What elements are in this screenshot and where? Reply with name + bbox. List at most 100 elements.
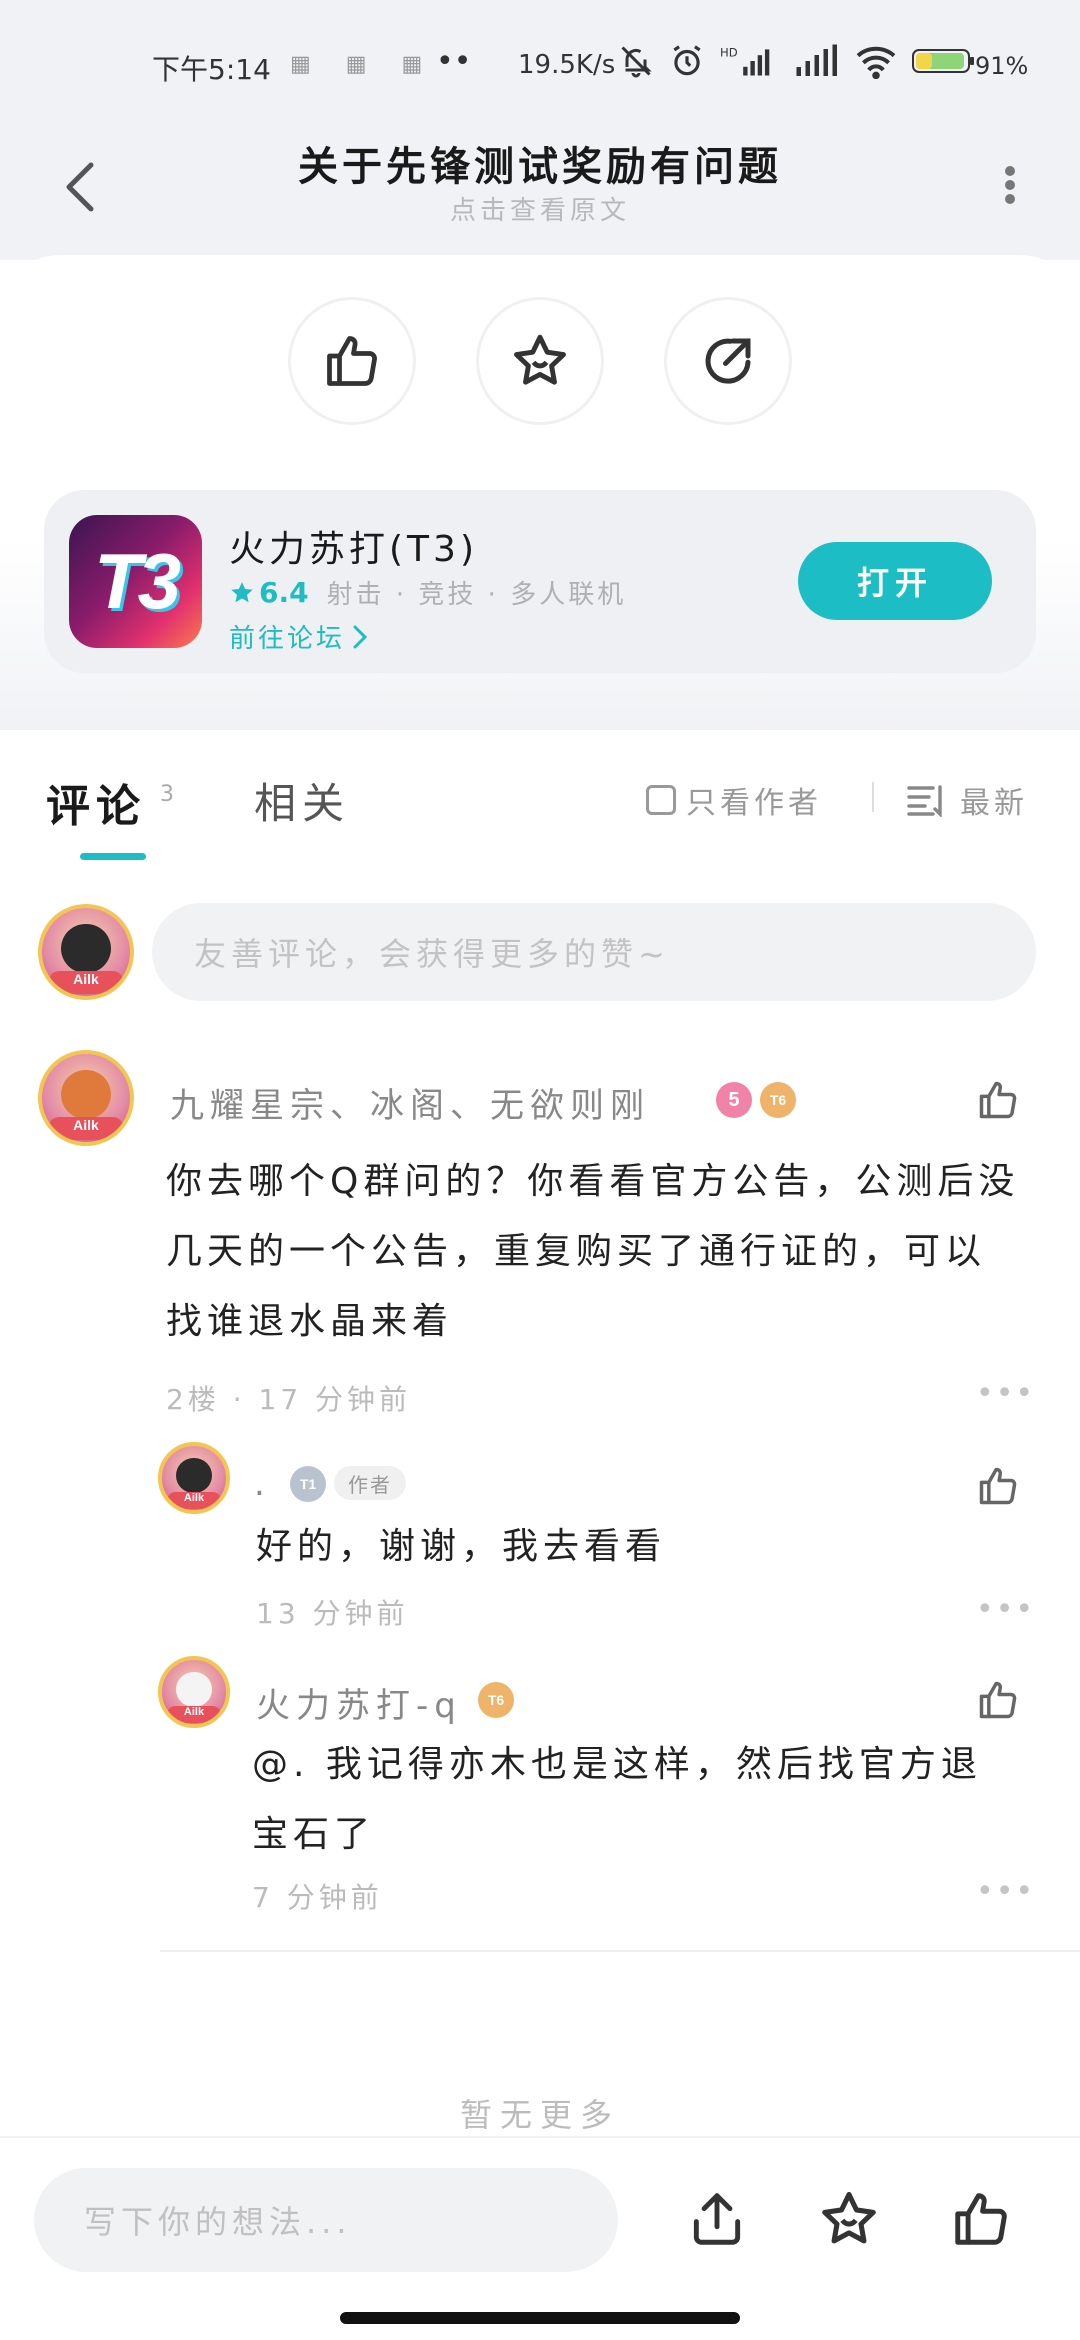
comment-more-button[interactable]: •••	[976, 1376, 1035, 1411]
app-page: 下午5:14 ▦ ▦ ▦ •• 19.5K/s HD 91% 关于先锋测试奖励有…	[0, 0, 1080, 2340]
comment-body: 你去哪个Q群问的？你看看官方公告，公测后没 几天的一个公告，重复购买了通行证的，…	[166, 1147, 1066, 1357]
only-author-checkbox[interactable]	[646, 785, 676, 815]
like-button[interactable]	[946, 2184, 1016, 2254]
game-name: 火力苏打(T3)	[229, 529, 478, 570]
reply-more-button[interactable]: •••	[976, 1592, 1035, 1627]
avatar-face	[61, 1069, 111, 1120]
battery-icon	[912, 49, 974, 73]
reply-body: 好的，谢谢，我去看看	[256, 1526, 667, 1567]
thumbs-up-icon	[955, 2193, 1007, 2245]
comment-username[interactable]: 九耀星宗、冰阁、无欲则刚	[170, 1078, 650, 1127]
mute-bell-icon	[621, 46, 652, 78]
avatar-frame-badge: Ailk	[49, 1117, 123, 1141]
reply-like-button[interactable]	[972, 1674, 1024, 1726]
header: 关于先锋测试奖励有问题 点击查看原文	[0, 130, 1080, 260]
reply-meta: 13 分钟前	[256, 1597, 409, 1630]
like-post-button[interactable]	[288, 297, 416, 425]
reply-avatar[interactable]: Ailk	[158, 1442, 230, 1514]
bottom-bar: 写下你的想法...	[0, 2136, 1080, 2340]
view-original-link[interactable]: 点击查看原文	[0, 190, 1080, 227]
forum-link-label: 前往论坛	[229, 624, 346, 654]
game-app-icon: T3	[69, 515, 202, 648]
sort-button[interactable]: 最新	[906, 778, 1028, 822]
reply-meta: 7 分钟前	[252, 1881, 383, 1914]
battery-percent: 91%	[975, 52, 1029, 80]
more-options-button[interactable]	[980, 150, 1040, 220]
avatar-frame-badge: Ailk	[167, 1492, 221, 1509]
reply-username[interactable]: 火力苏打-q	[256, 1678, 462, 1727]
signal-icon	[796, 44, 837, 76]
share-post-button[interactable]	[664, 297, 792, 425]
status-bar: 下午5:14 ▦ ▦ ▦ •• 19.5K/s HD 91%	[0, 0, 1080, 130]
thumbs-up-icon	[979, 1467, 1017, 1505]
reply-line: 宝石了	[252, 1814, 376, 1855]
share-button[interactable]	[682, 2184, 752, 2254]
sort-label: 最新	[960, 786, 1028, 821]
game-icon-logo: T3	[93, 537, 181, 625]
star-smile-icon	[514, 334, 566, 385]
reply-line: @. 我记得亦木也是这样，然后找官方退	[252, 1744, 982, 1785]
write-comment-input[interactable]: 写下你的想法...	[34, 2168, 618, 2272]
no-more-text: 暂无更多	[459, 2096, 620, 2134]
active-tab-indicator	[80, 853, 146, 860]
share-icon	[705, 338, 751, 384]
my-avatar[interactable]: Ailk	[38, 904, 134, 1000]
page-title: 关于先锋测试奖励有问题	[298, 144, 782, 190]
only-author-toggle[interactable]: 只看作者	[646, 778, 822, 822]
comment-input[interactable]: 友善评论，会获得更多的赞~	[152, 903, 1036, 1001]
chevron-right-icon	[353, 625, 368, 648]
network-speed: 19.5K/s	[518, 50, 616, 80]
commenter-avatar[interactable]: Ailk	[38, 1050, 134, 1146]
avatar-face	[176, 1671, 212, 1708]
comment-like-button[interactable]	[972, 1074, 1024, 1126]
more-notifications-icon: ••	[436, 44, 472, 79]
star-smile-icon	[822, 2191, 876, 2244]
reply-more-button[interactable]: •••	[976, 1874, 1035, 1909]
notification-icons: ▦ ▦ ▦	[290, 52, 437, 77]
svg-text:HD: HD	[720, 46, 738, 60]
user-level-badge: T6	[478, 1682, 514, 1718]
divider	[160, 1950, 1080, 1952]
favorite-button[interactable]	[814, 2184, 884, 2254]
upload-share-icon	[693, 2193, 741, 2245]
user-level-badge: T1	[290, 1466, 326, 1502]
comment-line: 找谁退水晶来着	[166, 1301, 454, 1342]
comments-count: 3	[160, 782, 174, 807]
game-meta: 6.4 射击 · 竞技 · 多人联机	[229, 574, 626, 611]
open-game-button[interactable]: 打开	[798, 542, 992, 620]
user-level-badge: T6	[760, 1082, 796, 1118]
tab-comments[interactable]: 评论	[46, 770, 146, 834]
comment-line: 几天的一个公告，重复购买了通行证的，可以	[166, 1231, 987, 1272]
reply-avatar[interactable]: Ailk	[158, 1656, 230, 1728]
comment-tabs: 评论 3 相关 只看作者 最新	[0, 730, 1080, 870]
reply-username[interactable]: .	[254, 1464, 271, 1504]
fan-level-badge: 5	[716, 1082, 752, 1118]
thumbs-up-icon	[327, 336, 377, 386]
go-to-forum-link[interactable]: 前往论坛	[229, 618, 368, 655]
only-author-label: 只看作者	[686, 786, 822, 821]
avatar-face	[176, 1457, 212, 1494]
thumbs-up-icon	[979, 1681, 1017, 1719]
post-actions-panel: T3 火力苏打(T3) 6.4 射击 · 竞技 · 多人联机 前往论坛 打开	[0, 255, 1080, 730]
thumbs-up-icon	[979, 1081, 1017, 1119]
home-indicator[interactable]	[340, 2312, 740, 2324]
tab-divider	[872, 782, 874, 812]
avatar-frame-badge: Ailk	[49, 971, 123, 995]
alarm-icon	[673, 45, 701, 76]
game-card[interactable]: T3 火力苏打(T3) 6.4 射击 · 竞技 · 多人联机 前往论坛 打开	[44, 490, 1036, 673]
signal-hd-icon: HD	[720, 46, 770, 76]
tab-related[interactable]: 相关	[254, 770, 350, 831]
status-time: 下午5:14	[152, 53, 271, 86]
reply-body: @. 我记得亦木也是这样，然后找官方退 宝石了	[252, 1730, 1052, 1870]
game-tags: 射击 · 竞技 · 多人联机	[326, 580, 627, 610]
reply-like-button[interactable]	[972, 1460, 1024, 1512]
vertical-dots-icon	[1005, 166, 1015, 204]
favorite-post-button[interactable]	[476, 297, 604, 425]
wifi-icon	[856, 46, 896, 79]
game-rating: 6.4	[259, 576, 309, 609]
comment-meta: 2楼 · 17 分钟前	[166, 1383, 412, 1416]
star-icon	[231, 581, 253, 602]
author-tag: 作者	[334, 1466, 406, 1500]
avatar-frame-badge: Ailk	[167, 1706, 221, 1723]
system-icons: HD	[618, 42, 976, 80]
